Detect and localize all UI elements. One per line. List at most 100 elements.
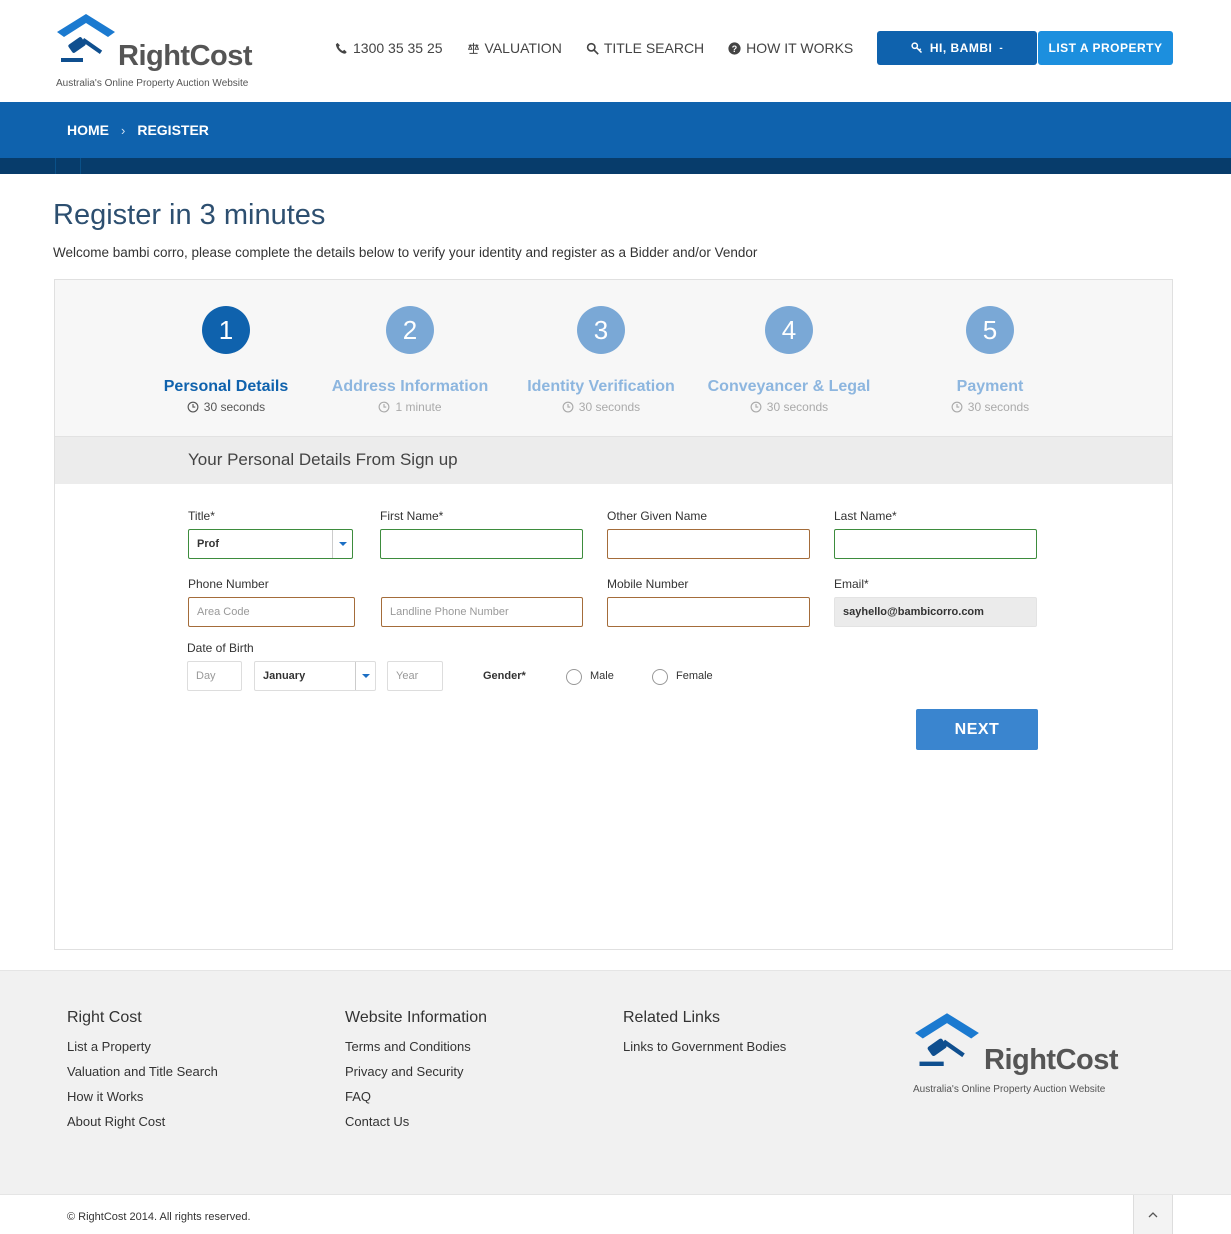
last-name-input[interactable] [834, 529, 1037, 559]
footer-link[interactable]: Contact Us [345, 1114, 487, 1129]
nav-valuation[interactable]: VALUATION [467, 40, 562, 56]
chevron-down-icon [332, 530, 352, 558]
footer-link[interactable]: About Right Cost [67, 1114, 218, 1129]
nav-phone[interactable]: 1300 35 35 25 [335, 40, 443, 56]
title-select[interactable]: Prof [188, 529, 353, 559]
title-label: Title* [188, 509, 215, 523]
clock-icon [951, 401, 963, 413]
first-name-input[interactable] [380, 529, 583, 559]
dob-year-placeholder: Year [396, 670, 419, 682]
mobile-number-input[interactable] [607, 597, 810, 627]
breadcrumb-current: REGISTER [137, 122, 209, 138]
phone-number-label: Phone Number [188, 577, 269, 591]
bottom-bar: © RightCost 2014. All rights reserved. [0, 1194, 1231, 1234]
step-number: 3 [577, 306, 625, 354]
landline-phone-input[interactable]: Landline Phone Number [381, 597, 583, 627]
step-time-label: 1 minute [395, 400, 442, 414]
email-input[interactable]: sayhello@bambicorro.com [834, 597, 1037, 627]
mobile-number-label: Mobile Number [607, 577, 689, 591]
gender-female-label: Female [676, 670, 713, 682]
gender-label: Gender* [483, 670, 526, 682]
gender-female-radio[interactable] [652, 669, 668, 685]
footer-link[interactable]: List a Property [67, 1039, 218, 1054]
breadcrumb-home[interactable]: HOME [67, 122, 109, 138]
chevron-right-icon: › [121, 122, 126, 138]
nav-how-it-works-label: HOW IT WORKS [746, 40, 854, 56]
dob-day-input[interactable]: Day [187, 661, 242, 691]
logo-house-gavel-icon [915, 1013, 979, 1066]
footer-col-related-links: Related Links Links to Government Bodies [623, 1009, 786, 1064]
search-icon [586, 42, 599, 55]
scales-icon [467, 42, 479, 54]
logo-wordmark: RightCost [984, 1044, 1119, 1076]
dob-day-placeholder: Day [196, 670, 216, 682]
key-icon [911, 42, 922, 54]
phone-icon [335, 42, 347, 54]
logo-house-gavel-icon [57, 14, 115, 62]
nav-valuation-label: VALUATION [484, 40, 562, 56]
logo-wordmark: RightCost [118, 40, 253, 72]
svg-text:?: ? [732, 43, 737, 53]
dob-month-value: January [263, 670, 306, 682]
clock-icon [379, 401, 390, 413]
step-time-label: 30 seconds [967, 400, 1030, 414]
step-name: Identity Verification [527, 378, 675, 395]
dob-year-input[interactable]: Year [387, 661, 443, 691]
user-menu-button[interactable]: HI, BAMBI - [877, 31, 1037, 65]
other-given-name-input[interactable] [607, 529, 810, 559]
clock-icon [750, 401, 762, 413]
page-title: Register in 3 minutes [53, 199, 326, 231]
footer-link[interactable]: Terms and Conditions [345, 1039, 487, 1054]
area-code-placeholder: Area Code [197, 606, 250, 618]
dob-month-select[interactable]: January [254, 661, 376, 691]
main-nav: 1300 35 35 25 VALUATION TITLE SEARCH ? H… [335, 40, 853, 56]
chevron-down-icon [355, 662, 375, 690]
logo-tagline: Australia's Online Property Auction Webs… [913, 1084, 1106, 1095]
step-number: 2 [386, 306, 434, 354]
scroll-to-top-button[interactable] [1133, 1195, 1173, 1234]
chevron-up-icon [1148, 1212, 1158, 1218]
step-name: Personal Details [163, 378, 289, 395]
section-title: Your Personal Details From Sign up [188, 450, 458, 469]
other-given-name-label: Other Given Name [607, 509, 708, 523]
logo-tagline: Australia's Online Property Auction Webs… [56, 78, 249, 89]
section-header: Your Personal Details From Sign up [55, 437, 1172, 484]
area-code-input[interactable]: Area Code [188, 597, 355, 627]
footer-col-title: Related Links [623, 1009, 720, 1026]
step-time: 30 seconds [501, 400, 701, 414]
site-footer: Right Cost List a Property Valuation and… [0, 970, 1231, 1194]
copyright-text: © RightCost 2014. All rights reserved. [67, 1211, 251, 1223]
nav-title-search[interactable]: TITLE SEARCH [586, 40, 704, 56]
step-time: 1 minute [310, 400, 510, 414]
chevron-down-icon: - [999, 42, 1004, 54]
footer-link[interactable]: Valuation and Title Search [67, 1064, 218, 1079]
footer-link[interactable]: Privacy and Security [345, 1064, 487, 1079]
footer-col-website-information: Website Information Terms and Conditions… [345, 1009, 487, 1139]
step-name: Address Information [331, 378, 489, 395]
step-time: 30 seconds [890, 400, 1090, 414]
step-progress: 1 Personal Details 30 seconds 2 Address … [55, 280, 1172, 437]
step-number: 4 [765, 306, 813, 354]
title-select-value: Prof [197, 538, 219, 550]
footer-logo[interactable]: RightCost Australia's Online Property Au… [912, 1011, 1122, 1101]
step-name: Payment [956, 378, 1024, 395]
next-button[interactable]: NEXT [916, 709, 1038, 750]
step-number: 5 [966, 306, 1014, 354]
footer-col-title: Right Cost [67, 1009, 142, 1026]
list-property-button[interactable]: LIST A PROPERTY [1038, 31, 1173, 65]
footer-link[interactable]: FAQ [345, 1089, 487, 1104]
breadcrumb-underbar [0, 158, 1231, 174]
step-time-label: 30 seconds [578, 400, 641, 414]
gender-male-radio[interactable] [566, 669, 582, 685]
user-menu-label: HI, BAMBI [929, 41, 993, 55]
step-number: 1 [202, 306, 250, 354]
site-header: RightCost Australia's Online Property Au… [0, 0, 1231, 102]
footer-link[interactable]: Links to Government Bodies [623, 1039, 786, 1054]
footer-link[interactable]: How it Works [67, 1089, 218, 1104]
last-name-label: Last Name* [834, 509, 897, 523]
landline-placeholder: Landline Phone Number [390, 606, 509, 618]
nav-phone-label: 1300 35 35 25 [353, 40, 443, 56]
site-logo[interactable]: RightCost Australia's Online Property Au… [55, 12, 253, 92]
step-time: 30 seconds [126, 400, 326, 414]
nav-how-it-works[interactable]: ? HOW IT WORKS [728, 40, 853, 56]
